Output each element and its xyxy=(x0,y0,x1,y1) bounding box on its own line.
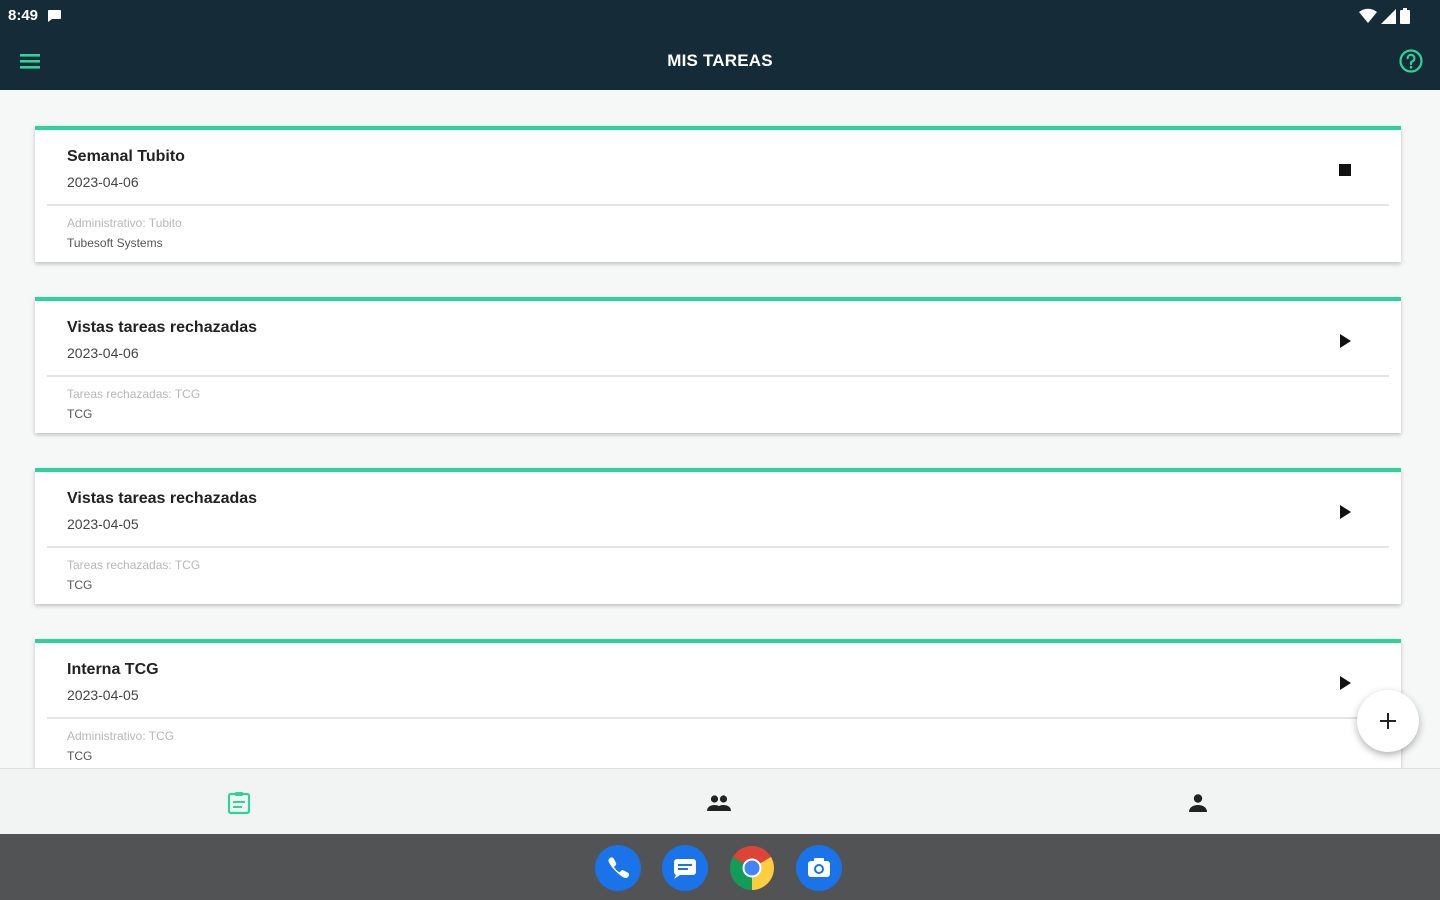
tasks-icon[interactable] xyxy=(225,789,253,817)
divider xyxy=(47,204,1389,206)
task-organization: Tubesoft Systems xyxy=(67,236,163,250)
add-task-button[interactable] xyxy=(1357,690,1419,752)
task-card[interactable]: Semanal Tubito 2023-04-06 Administrativo… xyxy=(35,126,1401,262)
task-date: 2023-04-06 xyxy=(67,345,139,361)
task-date: 2023-04-06 xyxy=(67,174,139,190)
system-dock xyxy=(0,834,1440,900)
task-card[interactable]: Vistas tareas rechazadas 2023-04-05 Tare… xyxy=(35,468,1401,604)
task-card[interactable]: Interna TCG 2023-04-05 Administrativo: T… xyxy=(35,639,1401,768)
wifi-icon xyxy=(1359,8,1377,23)
divider xyxy=(47,375,1389,377)
stop-icon[interactable] xyxy=(1335,160,1355,180)
task-title: Interna TCG xyxy=(67,661,159,678)
add-icon xyxy=(1380,713,1396,729)
play-icon[interactable] xyxy=(1335,331,1355,351)
signal-icon xyxy=(1381,8,1396,24)
divider xyxy=(47,546,1389,548)
task-subtitle: Administrativo: TCG xyxy=(67,729,175,743)
task-subtitle: Tareas rechazadas: TCG xyxy=(67,387,201,401)
task-subtitle: Administrativo: Tubito xyxy=(67,216,182,230)
task-list: Semanal Tubito 2023-04-06 Administrativo… xyxy=(0,90,1440,768)
task-title: Vistas tareas rechazadas xyxy=(67,490,258,507)
task-organization: TCG xyxy=(67,578,93,592)
task-organization: TCG xyxy=(67,749,93,763)
task-organization: TCG xyxy=(67,407,93,421)
task-subtitle: Tareas rechazadas: TCG xyxy=(67,558,201,572)
camera-icon[interactable] xyxy=(796,845,842,891)
battery-icon xyxy=(1400,8,1410,24)
help-icon[interactable] xyxy=(1398,48,1424,74)
task-title: Semanal Tubito xyxy=(67,148,185,165)
task-title: Vistas tareas rechazadas xyxy=(67,319,258,336)
play-icon[interactable] xyxy=(1335,673,1355,693)
messages-icon[interactable] xyxy=(662,845,708,891)
app-bar: MIS TAREAS xyxy=(0,32,1440,90)
message-icon xyxy=(46,9,62,28)
play-icon[interactable] xyxy=(1335,502,1355,522)
bottom-navigation xyxy=(0,768,1440,834)
task-date: 2023-04-05 xyxy=(67,687,139,703)
chrome-icon[interactable] xyxy=(729,845,775,891)
page-title: MIS TAREAS xyxy=(667,51,773,70)
status-bar: 8:49 xyxy=(0,0,1440,32)
divider xyxy=(47,717,1389,719)
group-icon[interactable] xyxy=(705,789,733,817)
person-icon[interactable] xyxy=(1184,789,1212,817)
status-time: 8:49 xyxy=(8,7,39,24)
phone-icon[interactable] xyxy=(595,845,641,891)
task-date: 2023-04-05 xyxy=(67,516,139,532)
task-card[interactable]: Vistas tareas rechazadas 2023-04-06 Tare… xyxy=(35,297,1401,433)
